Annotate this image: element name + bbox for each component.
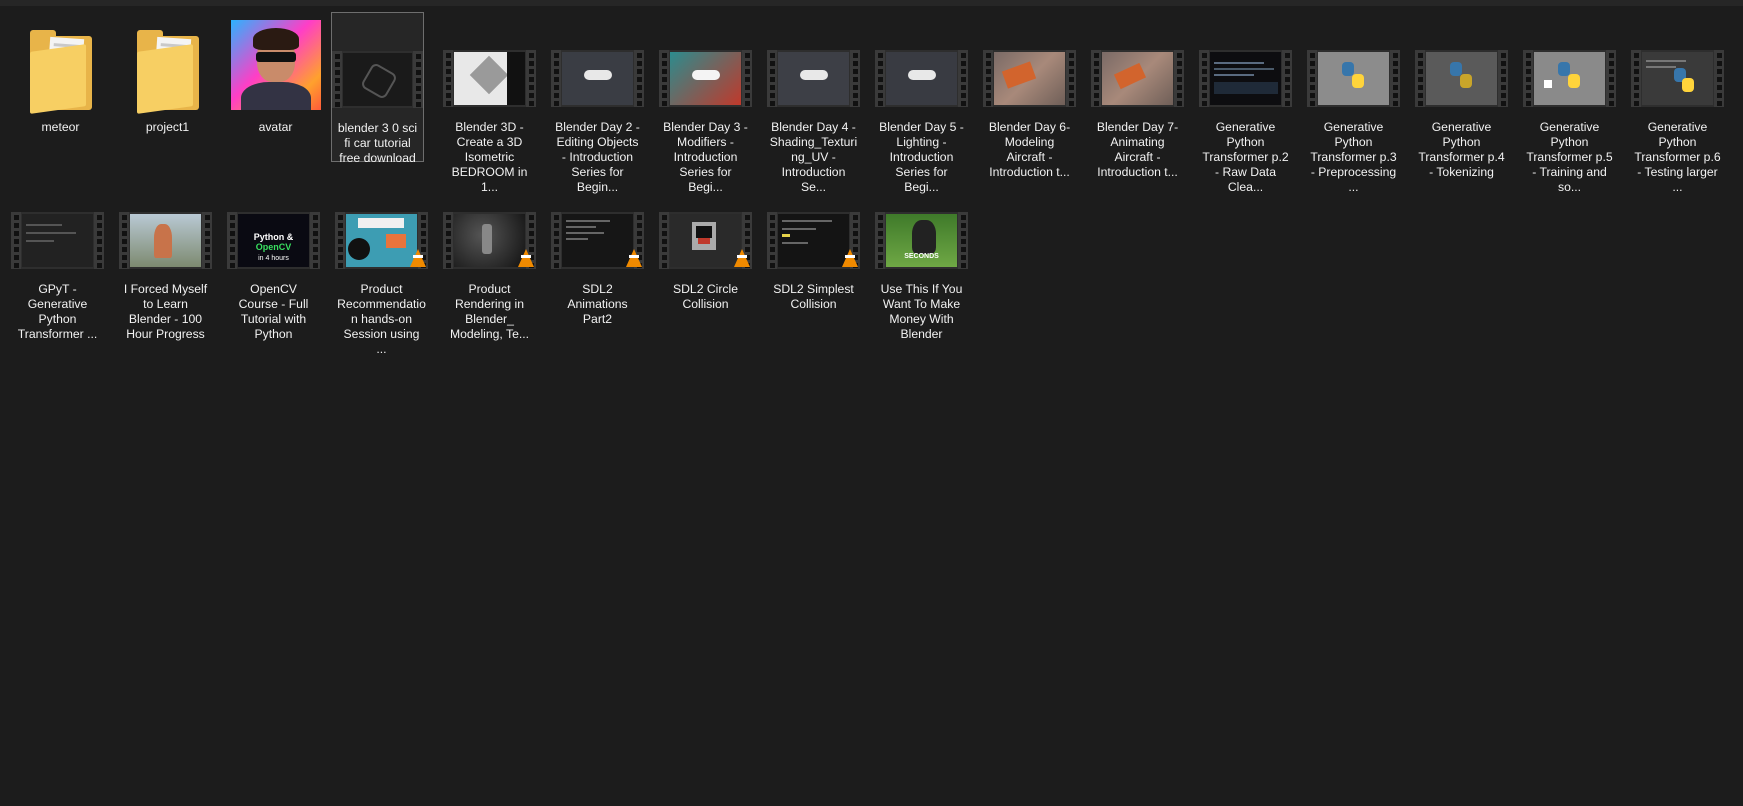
- video-thumbnail: [1091, 50, 1184, 107]
- vlc-icon: [518, 249, 534, 267]
- video-thumbnail: [119, 212, 212, 269]
- vlc-icon: [842, 249, 858, 267]
- video-item[interactable]: Blender Day 4 - Shading_Texturing_UV - I…: [767, 12, 860, 194]
- video-item[interactable]: Generative Python Transformer p.2 - Raw …: [1199, 12, 1292, 194]
- video-thumbnail: [11, 212, 104, 269]
- video-thumbnail: [332, 51, 423, 108]
- video-thumbnail: [983, 50, 1076, 107]
- item-label: Product Rendering in Blender_ Modeling, …: [449, 282, 530, 341]
- video-thumbnail: [875, 50, 968, 107]
- video-item[interactable]: Blender Day 3 - Modifiers - Introduction…: [659, 12, 752, 194]
- item-label: Blender Day 7- Animating Aircraft - Intr…: [1096, 120, 1179, 179]
- video-item[interactable]: Blender Day 7- Animating Aircraft - Intr…: [1091, 12, 1184, 179]
- video-thumbnail: [767, 50, 860, 107]
- item-label: Generative Python Transformer p.5 - Trai…: [1526, 120, 1613, 194]
- item-label: avatar: [258, 120, 293, 134]
- item-label: GPyT - Generative Python Transformer ...: [17, 282, 98, 341]
- thumbnail-text: SECONDS: [904, 253, 939, 260]
- video-thumbnail: [767, 212, 860, 269]
- thumbnail-text: Python &: [253, 232, 294, 242]
- folder-item-project1[interactable]: project1: [121, 12, 214, 162]
- folder-icon: [29, 26, 92, 114]
- item-label: Use This If You Want To Make Money With …: [880, 282, 963, 341]
- video-thumbnail: Python & OpenCV in 4 hours: [227, 212, 320, 269]
- item-label: I Forced Myself to Learn Blender - 100 H…: [123, 282, 208, 341]
- video-thumbnail: [1631, 50, 1724, 107]
- video-item[interactable]: Python & OpenCV in 4 hours OpenCV Course …: [227, 174, 320, 341]
- video-item[interactable]: Blender Day 5 - Lighting - Introduction …: [875, 12, 968, 194]
- image-item-avatar[interactable]: avatar: [229, 12, 322, 162]
- video-item[interactable]: Blender Day 6- Modeling Aircraft - Intro…: [983, 12, 1076, 179]
- video-item[interactable]: SDL2 Animations Part2: [551, 174, 644, 326]
- video-thumbnail: [1307, 50, 1400, 107]
- video-item[interactable]: SDL2 Circle Collision: [659, 174, 752, 324]
- video-item[interactable]: SECONDS Use This If You Want To Make Mon…: [875, 174, 968, 341]
- item-label: SDL2 Circle Collision: [672, 282, 739, 311]
- video-item[interactable]: Product Rendering in Blender_ Modeling, …: [443, 174, 536, 341]
- video-item[interactable]: Generative Python Transformer p.4 - Toke…: [1415, 12, 1508, 179]
- video-item[interactable]: Blender 3D - Create a 3D Isometric BEDRO…: [443, 12, 536, 194]
- vlc-icon: [734, 249, 750, 267]
- video-item[interactable]: Generative Python Transformer p.3 - Prep…: [1307, 12, 1400, 194]
- video-item[interactable]: Product Recommendation hands-on Session …: [335, 174, 428, 356]
- video-item[interactable]: Blender Day 2 - Editing Objects - Introd…: [551, 12, 644, 194]
- video-thumbnail: [443, 50, 536, 107]
- item-label: Generative Python Transformer p.2 - Raw …: [1202, 120, 1289, 194]
- video-item[interactable]: GPyT - Generative Python Transformer ...: [11, 174, 104, 341]
- folder-item-meteor[interactable]: meteor: [14, 12, 107, 162]
- video-thumbnail: [551, 212, 644, 269]
- video-thumbnail: [551, 50, 644, 107]
- item-label: Generative Python Transformer p.3 - Prep…: [1310, 120, 1397, 194]
- video-thumbnail: [659, 212, 752, 269]
- video-item[interactable]: I Forced Myself to Learn Blender - 100 H…: [119, 174, 212, 341]
- item-label: Generative Python Transformer p.6 - Test…: [1634, 120, 1721, 194]
- video-thumbnail: [443, 212, 536, 269]
- video-item[interactable]: SDL2 Simplest Collision: [767, 174, 860, 324]
- video-item[interactable]: blender 3 0 sci fi car tutorial free dow…: [331, 12, 424, 165]
- thumbnail-text-accent: OpenCV: [255, 242, 292, 252]
- vlc-icon: [410, 249, 426, 267]
- item-label: SDL2 Animations Part2: [567, 282, 628, 326]
- item-label: OpenCV Course - Full Tutorial with Pytho…: [238, 282, 309, 341]
- file-grid: meteor project1 avatar blender 3 0 sci f…: [0, 0, 1743, 806]
- video-thumbnail: [1523, 50, 1616, 107]
- item-label: Generative Python Transformer p.4 - Toke…: [1418, 120, 1505, 179]
- item-label: project1: [145, 120, 190, 134]
- video-thumbnail: [1415, 50, 1508, 107]
- item-label: Product Recommendation hands-on Session …: [337, 282, 426, 356]
- item-label: meteor: [41, 120, 80, 134]
- vlc-icon: [626, 249, 642, 267]
- folder-icon: [136, 26, 199, 114]
- thumbnail-subtext: in 4 hours: [258, 255, 289, 262]
- item-label: blender 3 0 sci fi car tutorial free dow…: [337, 121, 418, 165]
- video-item[interactable]: Generative Python Transformer p.6 - Test…: [1631, 12, 1724, 194]
- video-thumbnail: [659, 50, 752, 107]
- item-label: Blender Day 6- Modeling Aircraft - Intro…: [988, 120, 1071, 179]
- video-thumbnail: [335, 212, 428, 269]
- video-thumbnail: [1199, 50, 1292, 107]
- avatar-thumbnail: [230, 20, 321, 110]
- item-label: SDL2 Simplest Collision: [773, 282, 854, 311]
- video-thumbnail: SECONDS: [875, 212, 968, 269]
- video-item[interactable]: Generative Python Transformer p.5 - Trai…: [1523, 12, 1616, 194]
